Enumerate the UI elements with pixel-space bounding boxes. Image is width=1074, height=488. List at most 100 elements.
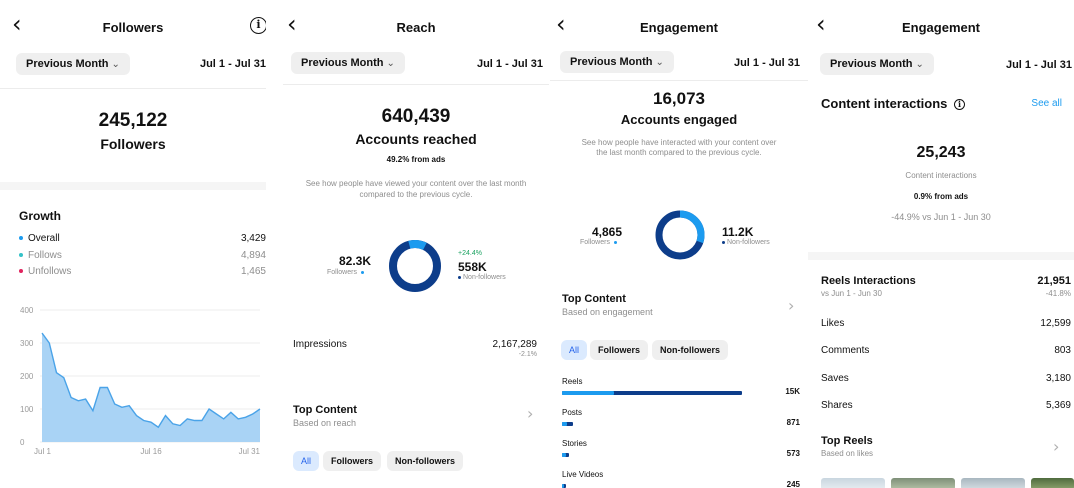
nonfollowers-dot: [722, 240, 725, 244]
reels-interactions-subtitle: vs Jun 1 - Jun 30: [821, 289, 882, 298]
y-tick-label: 0: [20, 438, 25, 447]
y-tick-label: 300: [20, 339, 34, 348]
period-dropdown[interactable]: Previous Month ⌄: [560, 51, 674, 73]
reach-total-label: Accounts reached: [355, 131, 477, 147]
filter-chip-followers[interactable]: Followers: [590, 340, 649, 360]
nonfollowers-change: +24.4%: [458, 250, 482, 257]
followers-dot: [360, 270, 364, 274]
top-content-subtitle: Based on engagement: [562, 307, 653, 317]
filter-chip-nonfollowers[interactable]: Non-followers: [387, 451, 463, 471]
reel-thumbnail[interactable]: [891, 478, 955, 488]
nonfollowers-value: 11.2K: [722, 225, 754, 239]
page-title: Followers: [102, 20, 164, 35]
followers-label: Followers: [327, 269, 357, 276]
metric-value: 803: [1054, 345, 1071, 356]
period-dropdown[interactable]: Previous Month ⌄: [16, 53, 130, 75]
impressions-value: 2,167,289: [492, 339, 538, 350]
header: ‹ Engagement: [808, 0, 1074, 46]
nonfollowers-label-row: Non-followers: [458, 274, 506, 281]
impressions-change: -2.1%: [518, 351, 537, 358]
filter-chip-all[interactable]: All: [293, 451, 320, 471]
reach-description: See how people have viewed your content …: [305, 179, 527, 199]
top-content-title: Top Content: [293, 404, 357, 416]
info-icon[interactable]: i: [954, 99, 966, 110]
chevron-down-icon: ⌄: [655, 57, 664, 68]
period-dropdown[interactable]: Previous Month ⌄: [820, 53, 934, 75]
period-dropdown[interactable]: Previous Month ⌄: [291, 52, 405, 74]
reel-thumbnail[interactable]: [821, 478, 885, 488]
content-type-bar-followers: [562, 453, 566, 457]
top-content-title: Top Content: [562, 293, 626, 305]
date-range: Jul 1 - Jul 31: [1005, 59, 1072, 71]
growth-follows: Follows: [19, 250, 62, 261]
followers-dot: [613, 240, 617, 244]
content-type-bar-followers: [562, 391, 615, 395]
page-title: Engagement: [901, 20, 980, 35]
metric-label: Comments: [821, 345, 870, 356]
engagement-description: See how people have interacted with your…: [581, 138, 777, 157]
info-icon[interactable]: i: [250, 17, 266, 34]
reel-thumbnail[interactable]: [1031, 478, 1074, 488]
interactions-panel: ‹ Engagement Previous Month ⌄ Jul 1 - Jul…: [808, 0, 1074, 488]
content-type-bar-followers: [562, 422, 568, 426]
header: ‹ Followers i: [0, 0, 266, 46]
followers-label-row: Followers: [327, 269, 364, 276]
nonfollowers-dot: [458, 275, 461, 279]
growth-title: Growth: [19, 209, 61, 223]
growth-value: 1,465: [240, 266, 266, 277]
chevron-down-icon: ⌄: [915, 59, 924, 70]
interactions-total: 25,243: [916, 144, 966, 161]
followers-total-label: Followers: [100, 136, 166, 152]
content-type-label: Stories: [562, 439, 587, 448]
growth-value: 4,894: [240, 250, 266, 261]
divider: [550, 80, 808, 81]
metric-value: 5,369: [1045, 400, 1071, 411]
metric-label: Saves: [821, 373, 849, 384]
followers-panel: ‹ Followers i Previous Month ⌄ Jul 1 - Ju…: [0, 0, 266, 488]
period-dropdown-label: Previous Month: [570, 56, 653, 68]
reach-total: 640,439: [381, 106, 451, 127]
engaged-total: 16,073: [653, 89, 705, 108]
filter-chip-followers[interactable]: Followers: [323, 451, 382, 471]
date-range: Jul 1 - Jul 31: [199, 58, 266, 70]
reach-donut-chart: [389, 240, 441, 292]
x-tick-label: Jul 31: [239, 447, 261, 456]
ads-note: 49.2% from ads: [386, 155, 446, 164]
chevron-down-icon: ⌄: [111, 59, 120, 70]
reels-interactions-value: 21,951: [1037, 275, 1071, 287]
reel-thumbnail[interactable]: [961, 478, 1025, 488]
header: ‹ Engagement: [550, 0, 808, 46]
followers-label-row: Followers: [580, 239, 617, 246]
chevron-right-icon[interactable]: ›: [1053, 437, 1059, 456]
metric-label: Shares: [821, 400, 853, 411]
chevron-right-icon[interactable]: ›: [527, 404, 533, 423]
chevron-down-icon: ⌄: [386, 58, 395, 69]
growth-label: Overall: [28, 233, 60, 244]
header: ‹ Reach: [283, 0, 549, 46]
x-tick-label: Jul 16: [140, 447, 162, 456]
nonfollowers-label: Non-followers: [727, 239, 770, 246]
x-tick-label: Jul 1: [34, 447, 51, 456]
date-range: Jul 1 - Jul 31: [476, 58, 543, 70]
metric-label: Likes: [821, 318, 845, 329]
growth-label: Unfollows: [28, 266, 72, 277]
period-dropdown-label: Previous Month: [301, 57, 384, 69]
chevron-right-icon[interactable]: ›: [788, 296, 794, 315]
interactions-title: Content interactions: [821, 96, 948, 111]
comparison-text: -44.9% vs Jun 1 - Jun 30: [891, 212, 991, 222]
followers-value: 82.3K: [339, 254, 372, 268]
y-tick-label: 200: [20, 372, 34, 381]
see-all-link[interactable]: See all: [1031, 98, 1062, 109]
filter-chip-all[interactable]: All: [561, 340, 588, 360]
impressions-label: Impressions: [293, 339, 347, 350]
follows-dot: [19, 253, 23, 258]
growth-area: [42, 333, 260, 442]
section-divider: [808, 252, 1074, 260]
filter-chip-nonfollowers[interactable]: Non-followers: [652, 340, 728, 360]
metric-value: 12,599: [1040, 318, 1071, 329]
nonfollowers-label: Non-followers: [463, 274, 506, 281]
page-title: Engagement: [639, 20, 718, 35]
growth-unfollows: Unfollows: [19, 266, 71, 277]
followers-total: 245,122: [98, 110, 168, 131]
y-tick-label: 400: [20, 306, 34, 315]
